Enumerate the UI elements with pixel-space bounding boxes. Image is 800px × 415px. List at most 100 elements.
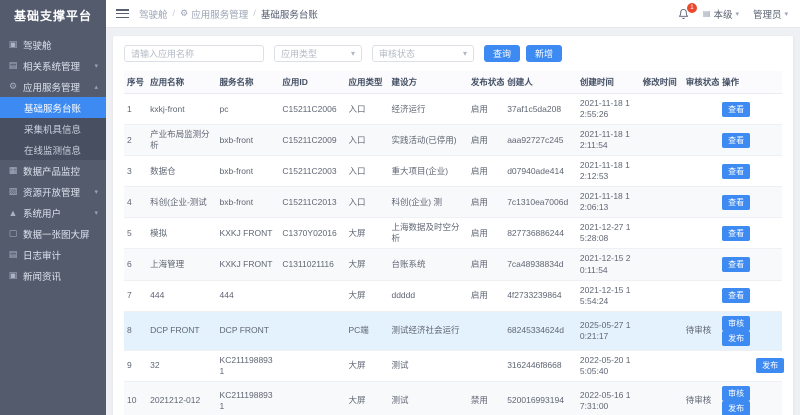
view-button[interactable]: 查看: [722, 102, 750, 117]
column-header: 审核状态: [683, 71, 719, 94]
cell-type: 大屏: [345, 381, 388, 415]
cell-status: 启用: [468, 218, 504, 249]
publish-button[interactable]: 发布: [722, 331, 750, 346]
breadcrumb-item[interactable]: ⚙应用服务管理: [180, 7, 248, 21]
publish-button[interactable]: 发布: [722, 401, 750, 415]
sidebar-item-app-service-mgmt[interactable]: ⚙应用服务管理▴: [0, 76, 106, 97]
cell-type: 大屏: [345, 280, 388, 311]
notification-bell-icon[interactable]: 1: [678, 8, 689, 20]
sidebar-item-system-users[interactable]: ▲系统用户▾: [0, 202, 106, 223]
news-info-icon: ▣: [8, 270, 18, 281]
cell-no: 6: [124, 249, 147, 280]
chevron-down-icon: ▾: [463, 49, 467, 58]
sidebar-subitem-collect-device-info[interactable]: 采集机具信息: [0, 118, 106, 139]
column-header: 修改时间: [640, 71, 683, 94]
sidebar-menu: ▣驾驶舱▤相关系统管理▾⚙应用服务管理▴基础服务台账采集机具信息在线监测信息▦数…: [0, 30, 106, 415]
cell-status: 启用: [468, 94, 504, 125]
topbar: 驾驶舱/⚙应用服务管理/基础服务台账 1 ▤ 本级 ▾ 管理员 ▾: [106, 0, 800, 28]
cell-status: 启用: [468, 125, 504, 156]
cell-creator: 520016993194: [504, 381, 577, 415]
cell-ops: 查看: [719, 187, 782, 218]
app-title: 基础支撑平台: [0, 0, 106, 30]
audit-button[interactable]: 审核: [722, 316, 750, 331]
audit-status-select[interactable]: 审核状态 ▾: [372, 45, 474, 62]
sidebar-item-resource-open-mgmt[interactable]: ▧资源开放管理▾: [0, 181, 106, 202]
view-button[interactable]: 查看: [722, 195, 750, 210]
column-header: 建设方: [388, 71, 467, 94]
cell-modified: [640, 94, 683, 125]
cell-app_id: [279, 381, 345, 415]
scope-dropdown[interactable]: ▤ 本级 ▾: [703, 7, 739, 21]
cell-creator: 7c1310ea7006d: [504, 187, 577, 218]
breadcrumb-item[interactable]: 驾驶舱: [139, 7, 168, 21]
view-button[interactable]: 查看: [722, 226, 750, 241]
sidebar-item-dashboard[interactable]: ▣驾驶舱: [0, 34, 106, 55]
cell-modified: [640, 280, 683, 311]
sidebar-item-data-map-screen[interactable]: ▢数据一张图大屏: [0, 223, 106, 244]
dashboard-icon: ▣: [8, 39, 18, 50]
cell-created: 2021-11-18 12:12:53: [577, 156, 640, 187]
sidebar-item-log-audit[interactable]: ▤日志审计: [0, 244, 106, 265]
cell-modified: [640, 125, 683, 156]
cell-audit: 待审核: [683, 311, 719, 350]
chevron-down-icon: ▾: [351, 49, 355, 58]
breadcrumb-item[interactable]: 基础服务台账: [261, 7, 318, 21]
sidebar-item-news-info[interactable]: ▣新闻资讯: [0, 265, 106, 286]
cell-app_id: C1311021116: [279, 249, 345, 280]
cell-builder: 台账系统: [388, 249, 467, 280]
sidebar-item-label: 数据产品监控: [23, 164, 80, 178]
cell-type: 入口: [345, 156, 388, 187]
cell-builder: 上海数据及时空分析: [388, 218, 467, 249]
cell-name: 产业布局监测分析: [147, 125, 216, 156]
sidebar-item-data-product-monitor[interactable]: ▦数据产品监控: [0, 160, 106, 181]
cell-created: 2021-12-15 20:11:54: [577, 249, 640, 280]
cell-no: 1: [124, 94, 147, 125]
view-button[interactable]: 查看: [722, 133, 750, 148]
cell-name: 模拟: [147, 218, 216, 249]
cell-no: 4: [124, 187, 147, 218]
cell-creator: aaa92727c245: [504, 125, 577, 156]
view-button[interactable]: 查看: [722, 164, 750, 179]
publish-button[interactable]: 发布: [756, 358, 784, 373]
sidebar-item-related-systems[interactable]: ▤相关系统管理▾: [0, 55, 106, 76]
cell-created: 2021-11-18 12:11:54: [577, 125, 640, 156]
chevron-down-icon: ▾: [94, 62, 98, 70]
main-area: 驾驶舱/⚙应用服务管理/基础服务台账 1 ▤ 本级 ▾ 管理员 ▾: [106, 0, 800, 415]
cell-audit: [683, 187, 719, 218]
cell-no: 2: [124, 125, 147, 156]
search-button[interactable]: 查询: [484, 45, 520, 62]
audit-button[interactable]: 审核: [722, 386, 750, 401]
cell-no: 8: [124, 311, 147, 350]
cell-audit: [683, 350, 719, 381]
table-row: 8DCP FRONTDCP FRONTPC端测试经济社会运行6824533462…: [124, 311, 782, 350]
cell-creator: d07940ade414: [504, 156, 577, 187]
column-header: 应用名称: [147, 71, 216, 94]
cell-ops: 查看: [719, 218, 782, 249]
table-row: 7444444大屏ddddd启用4f27332398642021-12-15 1…: [124, 280, 782, 311]
user-dropdown[interactable]: 管理员 ▾: [753, 7, 788, 21]
sidebar-subitem-online-monitor-info[interactable]: 在线监测信息: [0, 139, 106, 160]
cell-created: 2021-11-18 12:55:26: [577, 94, 640, 125]
cell-created: 2025-05-27 10:21:17: [577, 311, 640, 350]
cell-status: 禁用: [468, 381, 504, 415]
cell-name: 2021212-012: [147, 381, 216, 415]
view-button[interactable]: 查看: [722, 288, 750, 303]
cell-audit: [683, 280, 719, 311]
cell-created: 2021-12-15 15:54:24: [577, 280, 640, 311]
related-systems-icon: ▤: [8, 60, 18, 71]
cell-service: KXKJ FRONT: [217, 249, 280, 280]
cell-app_id: C15211C2013: [279, 187, 345, 218]
cell-app_id: [279, 350, 345, 381]
add-button[interactable]: 新增: [526, 45, 562, 62]
app-name-input[interactable]: [124, 45, 264, 62]
view-button[interactable]: 查看: [722, 257, 750, 272]
cell-service: KC2111988931: [217, 350, 280, 381]
content: 应用类型 ▾ 审核状态 ▾ 查询 新增 序号应用名称服务名称应用ID应用类型建设…: [106, 28, 800, 415]
cell-service: KC2111988931: [217, 381, 280, 415]
table-row: 4科创(企业-测试bxb-frontC15211C2013入口科创(企业) 测启…: [124, 187, 782, 218]
cell-status: 启用: [468, 280, 504, 311]
table-row: 3数据仓bxb-frontC15211C2003入口重大项目(企业)启用d079…: [124, 156, 782, 187]
menu-toggle-icon[interactable]: [116, 9, 129, 18]
app-type-select[interactable]: 应用类型 ▾: [274, 45, 362, 62]
sidebar-subitem-basic-service-ledger[interactable]: 基础服务台账: [0, 97, 106, 118]
